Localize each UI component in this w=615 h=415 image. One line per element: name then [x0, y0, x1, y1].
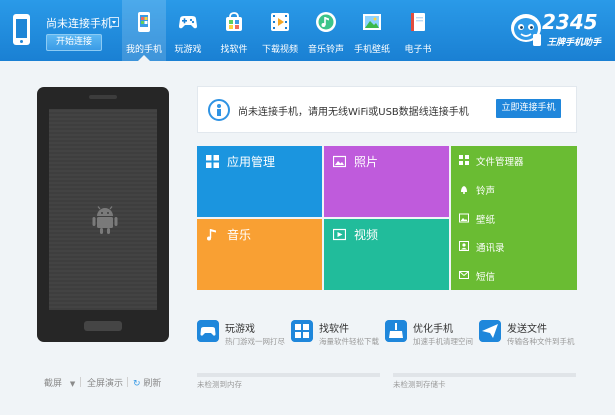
mascot-logo-icon	[511, 14, 541, 46]
screenshot-button[interactable]: 截屏 ▼	[44, 376, 75, 389]
picture-icon	[459, 213, 469, 223]
apps-grid-icon	[291, 320, 313, 342]
tile-photos[interactable]: 照片	[324, 146, 449, 217]
broom-icon	[385, 320, 407, 342]
tile-video[interactable]: 视频	[324, 219, 449, 290]
feature-title: 优化手机	[413, 324, 453, 335]
nav-software[interactable]: 找软件	[212, 0, 256, 61]
tile-label: 音乐	[227, 228, 252, 242]
info-icon	[208, 99, 230, 121]
feature-subtitle: 热门游戏一网打尽	[225, 337, 285, 346]
list-label: 短信	[476, 272, 496, 284]
divider	[80, 377, 81, 387]
screenshot-label: 截屏	[44, 379, 63, 389]
phone-preview	[37, 87, 169, 342]
nav-label: 找软件	[220, 45, 248, 55]
nav-label: 下载视频	[261, 45, 298, 55]
video-play-icon	[333, 228, 346, 241]
banner-message: 尚未连接手机，请用无线WiFi或USB数据线连接手机	[238, 107, 469, 118]
feature-title: 找软件	[319, 324, 349, 335]
film-icon	[271, 13, 289, 31]
gamepad-icon	[179, 16, 197, 29]
nav-label: 我的手机	[125, 45, 162, 55]
tile-quick-list: 文件管理器 铃声 壁纸 通讯录 短信	[451, 146, 577, 290]
app-manager-icon	[206, 155, 219, 168]
phone-screen	[49, 109, 157, 310]
list-label: 壁纸	[476, 214, 496, 226]
feature-title: 发送文件	[507, 324, 547, 335]
feature-send-file[interactable]: 发送文件 传输各种文件到手机	[479, 318, 577, 350]
nav-download-video[interactable]: 下载视频	[258, 0, 302, 61]
list-item-wallpaper[interactable]: 壁纸	[451, 204, 577, 233]
phone-status-icon	[13, 14, 30, 45]
card-storage: 未检测到存储卡	[393, 373, 576, 393]
refresh-button[interactable]: ↻ 刷新	[133, 376, 161, 389]
tile-label: 照片	[354, 155, 379, 169]
list-item-contacts[interactable]: 通讯录	[451, 232, 577, 261]
contacts-icon	[459, 241, 469, 252]
connect-now-button[interactable]: 立即连接手机	[496, 99, 561, 118]
nav-label: 音乐铃声	[307, 45, 344, 55]
memory-storage: 未检测到内存	[197, 373, 380, 393]
nav-music-ringtone[interactable]: 音乐铃声	[304, 0, 348, 61]
card-status: 未检测到存储卡	[393, 380, 446, 389]
feature-subtitle: 海量软件轻松下载	[319, 337, 379, 346]
feature-subtitle: 传输各种文件到手机	[507, 337, 575, 346]
divider	[127, 377, 128, 387]
send-icon	[479, 320, 501, 342]
memory-status: 未检测到内存	[197, 380, 242, 389]
chevron-down-icon[interactable]: ▼	[70, 380, 75, 388]
feature-play-games[interactable]: 玩游戏 热门游戏一网打尽	[197, 318, 287, 350]
tile-label: 应用管理	[227, 155, 276, 169]
book-icon	[411, 13, 425, 31]
phone-action-bar: 截屏 ▼ 全屏演示 ↻ 刷新	[38, 373, 170, 391]
start-connect-button[interactable]: 开始连接	[46, 34, 102, 51]
list-label: 铃声	[476, 185, 496, 197]
nav-ebook[interactable]: 电子书	[396, 0, 440, 61]
software-bag-icon	[226, 12, 242, 31]
gamepad-icon	[197, 320, 219, 342]
tile-label: 视频	[354, 228, 379, 242]
nav-my-phone[interactable]: 我的手机	[122, 0, 166, 61]
list-label: 通讯录	[476, 243, 505, 255]
list-label: 文件管理器	[476, 157, 524, 168]
music-note-icon	[316, 12, 336, 32]
device-dropdown-button[interactable]	[109, 17, 119, 27]
my-phone-icon	[138, 12, 150, 32]
memory-bar-track	[197, 373, 380, 377]
logo-subtitle: 王牌手机助手	[547, 38, 602, 48]
connection-title: 尚未连接手机	[46, 17, 112, 30]
wallpaper-icon	[363, 14, 381, 30]
feature-find-software[interactable]: 找软件 海量软件轻松下载	[291, 318, 381, 350]
feature-title: 玩游戏	[225, 324, 255, 335]
folder-icon	[459, 155, 469, 165]
logo-number: 2345	[542, 10, 598, 34]
app-logo: 2345 王牌手机助手	[509, 8, 609, 54]
nav-games[interactable]: 玩游戏	[166, 0, 210, 61]
card-bar-track	[393, 373, 576, 377]
list-item-ringtone[interactable]: 铃声	[451, 175, 577, 204]
fullscreen-demo-button[interactable]: 全屏演示	[87, 376, 123, 389]
nav-label: 手机壁纸	[353, 45, 390, 55]
feature-optimize-phone[interactable]: 优化手机 加速手机清理空间	[385, 318, 475, 350]
phone-speaker	[89, 95, 117, 99]
phone-home-button	[84, 321, 122, 331]
list-item-sms[interactable]: 短信	[451, 261, 577, 290]
refresh-icon: ↻	[133, 379, 141, 389]
android-robot-icon	[92, 206, 118, 234]
tile-app-manager[interactable]: 应用管理	[197, 146, 322, 217]
music-note-icon	[207, 229, 216, 241]
sms-icon	[459, 271, 469, 280]
bell-icon	[461, 185, 467, 194]
feature-subtitle: 加速手机清理空间	[413, 337, 473, 346]
connect-banner: 尚未连接手机，请用无线WiFi或USB数据线连接手机 立即连接手机	[197, 86, 577, 133]
nav-label: 电子书	[404, 45, 432, 55]
list-item-file-manager[interactable]: 文件管理器	[451, 146, 577, 175]
nav-label: 玩游戏	[174, 45, 202, 55]
photo-icon	[333, 155, 346, 168]
top-header: 尚未连接手机 开始连接 我的手机 玩游戏 找软件 下载视频 音乐铃声 手机壁纸 …	[0, 0, 615, 61]
nav-wallpaper[interactable]: 手机壁纸	[350, 0, 394, 61]
tile-music[interactable]: 音乐	[197, 219, 322, 290]
refresh-label: 刷新	[143, 379, 162, 389]
